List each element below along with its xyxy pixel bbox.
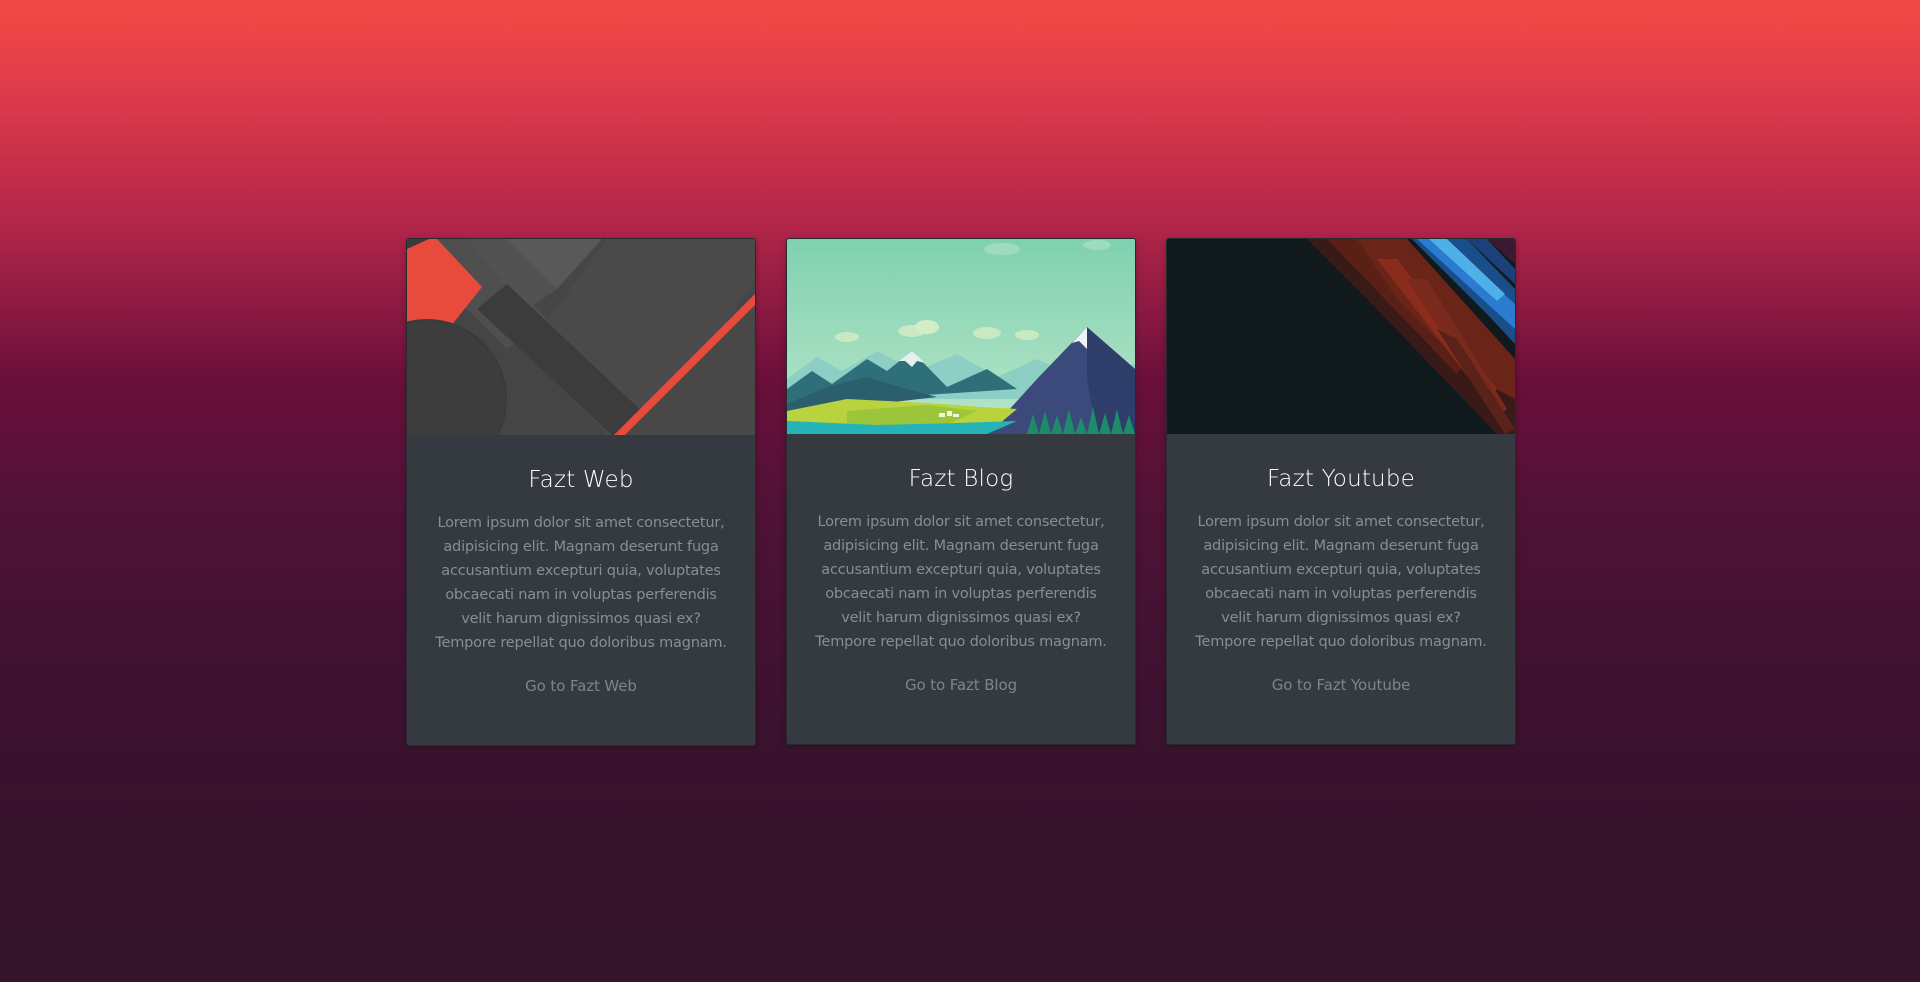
mountain-landscape-image: [787, 239, 1135, 434]
card-description: Lorem ipsum dolor sit amet consectetur, …: [1195, 514, 1487, 650]
card-title: Fazt Web: [528, 467, 634, 493]
card-fazt-youtube: Fazt Youtube Lorem ipsum dolor sit amet …: [1166, 238, 1516, 745]
card-fazt-blog: Fazt Blog Lorem ipsum dolor sit amet con…: [786, 238, 1136, 745]
card-title: Fazt Youtube: [1266, 466, 1415, 492]
card-body: Fazt Youtube Lorem ipsum dolor sit amet …: [1167, 464, 1515, 694]
go-to-fazt-web-link[interactable]: Go to Fazt Web: [525, 677, 637, 695]
card-body: Fazt Blog Lorem ipsum dolor sit amet con…: [787, 464, 1135, 694]
card-fazt-web: Fazt Web Lorem ipsum dolor sit amet cons…: [406, 238, 756, 746]
card-title: Fazt Blog: [908, 466, 1014, 492]
dark-abstract-image: [1167, 239, 1515, 434]
card-description: Lorem ipsum dolor sit amet consectetur, …: [435, 515, 727, 651]
material-wallpaper-image: [407, 239, 755, 435]
card-image-mountains: [787, 239, 1135, 434]
go-to-fazt-blog-link[interactable]: Go to Fazt Blog: [905, 676, 1017, 694]
card-image-material: [407, 239, 755, 435]
card-body: Fazt Web Lorem ipsum dolor sit amet cons…: [407, 465, 755, 695]
card-description: Lorem ipsum dolor sit amet consectetur, …: [815, 514, 1107, 650]
go-to-fazt-youtube-link[interactable]: Go to Fazt Youtube: [1272, 676, 1411, 694]
card-image-abstract: [1167, 239, 1515, 434]
